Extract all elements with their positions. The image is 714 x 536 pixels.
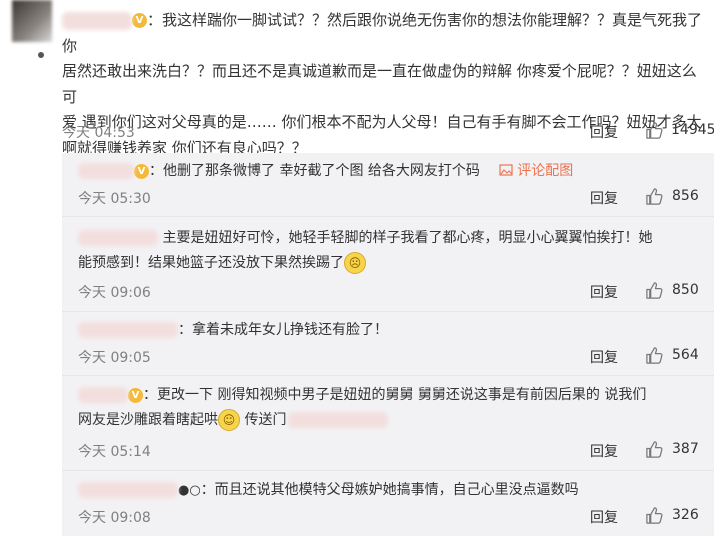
comment-time: 今天 05:14 [78,444,151,460]
comment-time: 今天 09:06 [78,285,151,301]
thumbs-up-icon[interactable] [645,281,664,300]
username-blurred[interactable] [78,322,178,338]
username-blurred[interactable] [78,482,178,498]
like-count: 564 [672,347,699,363]
divider [62,470,714,471]
comment-image-link[interactable]: 评论配图 [499,163,573,179]
like-count: 850 [672,282,699,298]
username-blurred[interactable] [78,163,134,179]
thumbs-up-icon[interactable] [645,187,664,206]
blurred-link[interactable] [288,412,389,428]
like-count: 387 [672,441,699,457]
reply-button[interactable]: 回复 [590,282,618,302]
comment-time: 今天 09:08 [78,510,151,526]
vip-badge-icon: V [128,387,143,403]
avatar[interactable] [12,0,52,42]
reply-item-2-text: 主要是妞妞好可怜，她轻手轻脚的样子我看了都心疼，明显小心翼翼怕挨打！她 能预感到… [78,226,698,276]
reply-item-4-text: V ：更改一下 刚得知视频中男子是妞妞的舅舅 舅舅还说这事是有前因后果的 说我们 … [78,383,703,433]
comment-time: 今天 09:05 [78,350,151,366]
thumbs-up-icon[interactable] [645,346,664,365]
panda-emoji-icon: ●○ [178,483,201,498]
like-count: 326 [672,507,699,523]
username-blurred[interactable] [78,387,128,403]
reply-button[interactable]: 回复 [590,347,618,367]
reply-button[interactable]: 回复 [590,441,618,461]
divider [62,375,714,376]
vip-badge-icon: V [134,163,149,179]
like-count: 856 [672,188,699,204]
thumbs-up-icon[interactable] [645,121,664,140]
reply-button[interactable]: 回复 [590,188,618,208]
smile-emoji-icon: ☺ [218,409,240,431]
reply-item-3-text: ：拿着未成年女儿挣钱还有脸了！ [78,318,388,343]
divider [62,216,714,217]
crying-emoji-icon: ☹ [344,252,366,274]
reply-item-1-text: V ：他删了那条微博了 幸好截了个图 给各大网友打个码 评论配图 [78,159,573,184]
thumbs-up-icon[interactable] [645,506,664,525]
bullet-dot [38,52,44,58]
vip-badge-icon: V [132,13,147,28]
thumbs-up-icon[interactable] [645,440,664,459]
username-blurred[interactable] [78,230,158,246]
username-blurred[interactable] [62,11,132,30]
image-icon [499,164,513,176]
reply-item-5-text: ●○：而且还说其他模特父母嫉妒她搞事情，自己心里没点逼数吗 [78,478,579,503]
reply-button[interactable]: 回复 [590,122,618,142]
comment-time: 今天 05:30 [78,191,151,207]
divider [62,311,714,312]
like-count: 14945 [671,122,714,138]
reply-button[interactable]: 回复 [590,507,618,527]
comment-time: 今天 04:53 [62,125,135,141]
